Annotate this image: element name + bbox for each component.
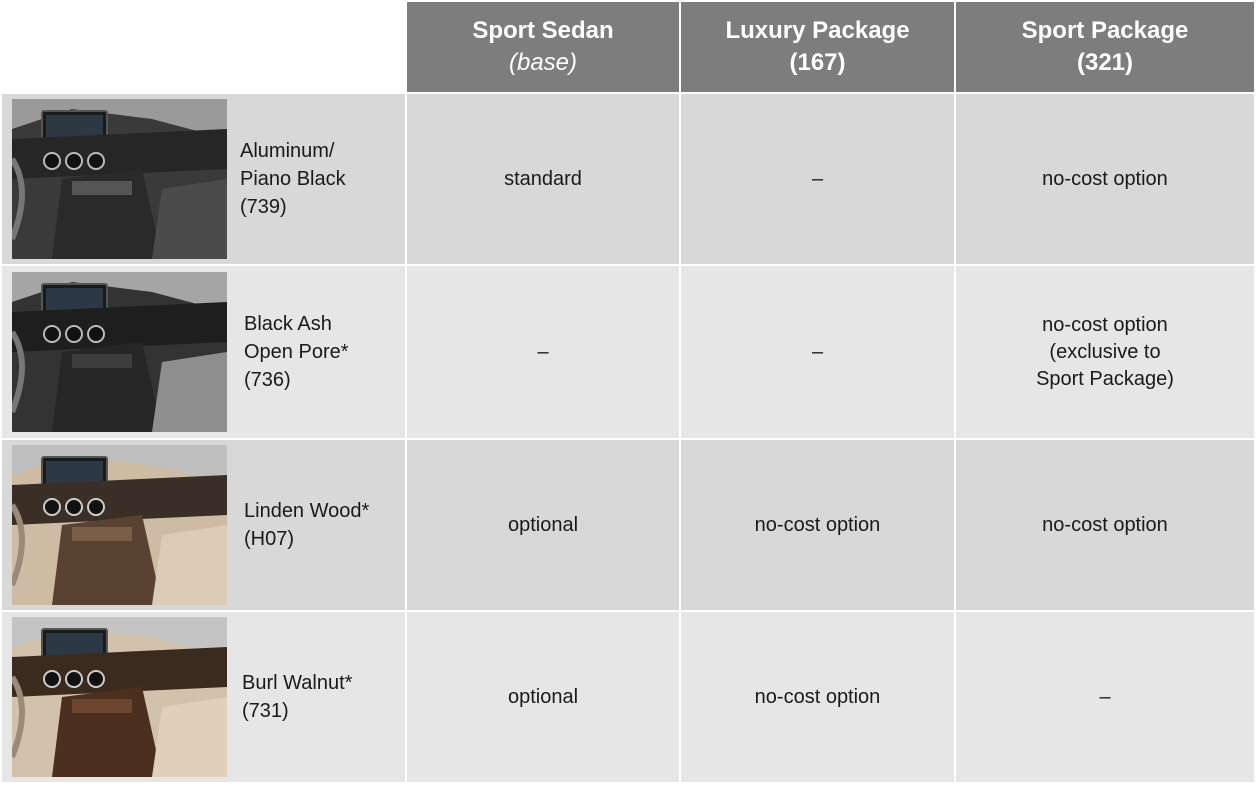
header-luxury-package-sub: (167): [789, 49, 846, 76]
trim-name-line: Open Pore*: [244, 341, 349, 363]
sport-package-value-line: no-cost option: [1042, 513, 1168, 536]
table-row: Burl Walnut* (731) optional no-cost opti…: [0, 610, 1256, 784]
header-sport-sedan-sub: (base): [508, 49, 578, 76]
table-row: Black Ash Open Pore* (736) – – no-cost o…: [0, 264, 1256, 440]
trim-name: Burl Walnut* (731): [242, 669, 402, 725]
trim-name-line: (739): [240, 196, 287, 218]
sport-package-value-line: –: [1099, 685, 1111, 708]
header-row: Sport Sedan (base) Luxury Package (167) …: [0, 0, 1256, 94]
sport-package-value-line: no-cost option: [1042, 313, 1168, 336]
interior-thumbnail-image: [12, 99, 227, 259]
trim-cell: Aluminum/ Piano Black (739): [0, 92, 407, 266]
luxury-package-value: –: [679, 92, 956, 266]
table-row: Aluminum/ Piano Black (739) standard – n…: [0, 92, 1256, 266]
luxury-package-value: no-cost option: [679, 438, 956, 612]
sport-package-value: –: [954, 610, 1256, 784]
trim-name-line: (H07): [244, 528, 295, 550]
luxury-package-value: no-cost option: [679, 610, 956, 784]
trim-name-line: Piano Black: [240, 168, 346, 190]
trim-name-line: Linden Wood*: [244, 500, 370, 522]
table-row: Linden Wood* (H07) optional no-cost opti…: [0, 438, 1256, 612]
interior-thumbnail-image: [12, 272, 227, 432]
trim-name-line: Burl Walnut*: [242, 672, 353, 694]
header-luxury-package: Luxury Package (167): [679, 0, 956, 94]
sport-package-value-line: Sport Package): [1036, 367, 1174, 390]
trim-name-line: Aluminum/: [240, 140, 335, 162]
sport-sedan-value: optional: [405, 610, 681, 784]
trim-name: Linden Wood* (H07): [244, 497, 404, 553]
header-sport-package: Sport Package (321): [954, 0, 1256, 94]
trim-comparison-table: Sport Sedan (base) Luxury Package (167) …: [0, 0, 1256, 784]
interior-thumbnail-image: [12, 445, 227, 605]
sport-sedan-value: standard: [405, 92, 681, 266]
trim-name-line: (731): [242, 700, 289, 722]
sport-package-value: no-cost option: [954, 92, 1256, 266]
luxury-package-value: –: [679, 264, 956, 440]
header-sport-package-sub: (321): [1076, 49, 1134, 76]
header-sport-sedan: Sport Sedan (base): [405, 0, 681, 94]
sport-package-value: no-cost option (exclusive to Sport Packa…: [954, 264, 1256, 440]
trim-name-line: Black Ash: [244, 313, 332, 335]
sport-package-value-line: no-cost option: [1042, 167, 1168, 190]
sport-package-value-line: (exclusive to: [1049, 340, 1161, 363]
interior-thumbnail-image: [12, 617, 227, 777]
trim-name: Black Ash Open Pore* (736): [244, 310, 404, 394]
trim-cell: Burl Walnut* (731): [0, 610, 407, 784]
header-blank-cell: [0, 0, 407, 94]
trim-name: Aluminum/ Piano Black (739): [240, 137, 400, 221]
sport-sedan-value: –: [405, 264, 681, 440]
header-sport-package-title: Sport Package: [1021, 17, 1189, 44]
sport-sedan-value: optional: [405, 438, 681, 612]
trim-cell: Black Ash Open Pore* (736): [0, 264, 407, 440]
header-sport-sedan-title: Sport Sedan: [472, 17, 614, 44]
sport-package-value: no-cost option: [954, 438, 1256, 612]
header-luxury-package-title: Luxury Package: [725, 17, 910, 44]
trim-name-line: (736): [244, 369, 291, 391]
trim-cell: Linden Wood* (H07): [0, 438, 407, 612]
